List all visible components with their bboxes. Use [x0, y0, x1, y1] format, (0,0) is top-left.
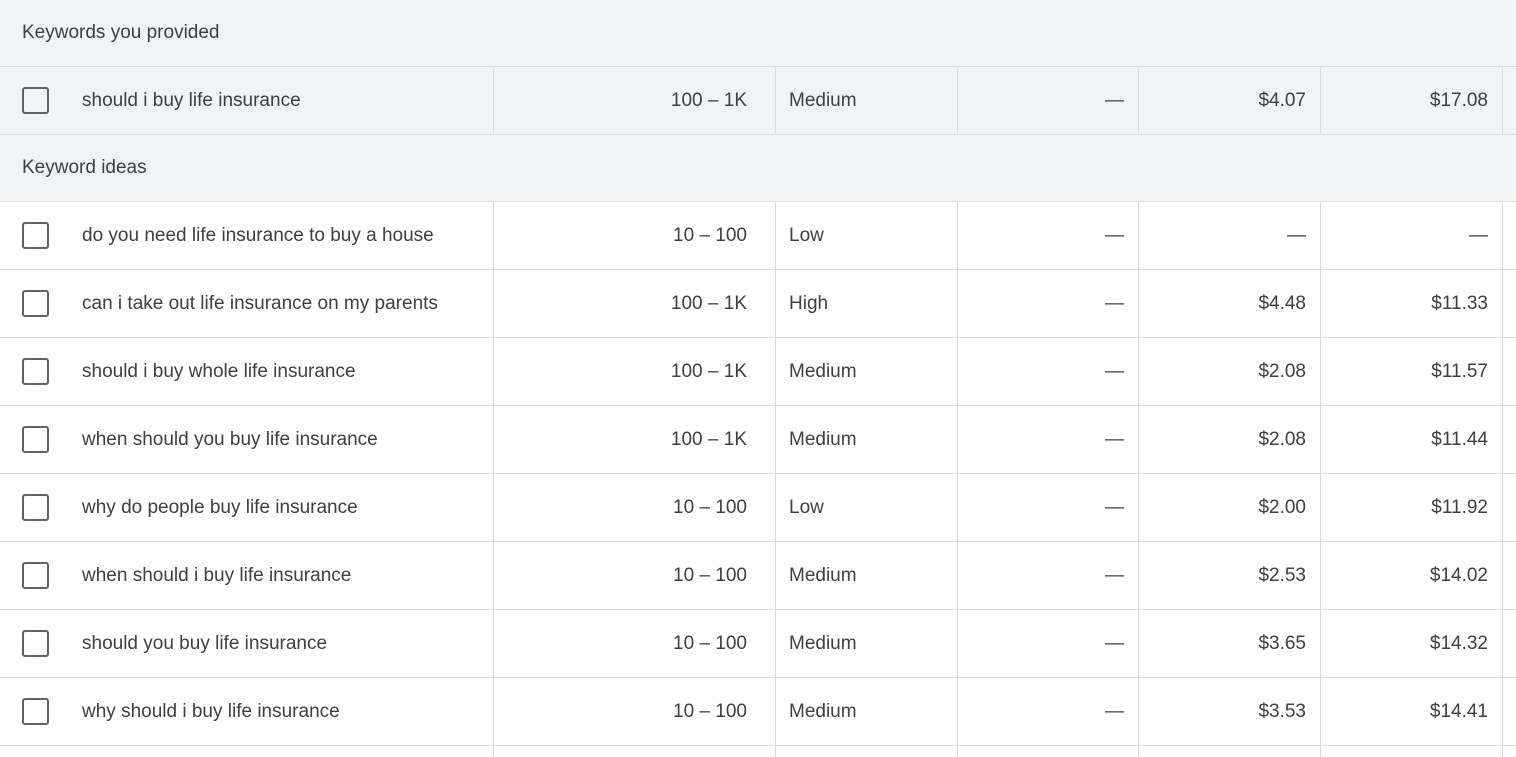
table-row: should i buy whole life insurance 100 – 1… [0, 338, 1516, 406]
row-checkbox[interactable] [22, 562, 49, 589]
avg-monthly-searches-cell: 100 – 1K [494, 67, 776, 134]
impression-share-cell: — [958, 67, 1139, 134]
bid-high-cell: $14.41 [1321, 678, 1503, 745]
section-header-ideas: Keyword ideas [0, 135, 1516, 202]
avg-monthly-searches-cell: 100 – 1K [494, 406, 776, 473]
keyword-ideas-list: do you need life insurance to buy a hous… [0, 202, 1516, 746]
bid-high-cell: $11.44 [1321, 406, 1503, 473]
bid-high-cell: $11.57 [1321, 338, 1503, 405]
bid-low-cell: $3.65 [1139, 610, 1321, 677]
avg-monthly-searches-cell: 10 – 100 [494, 202, 776, 269]
section-title: Keyword ideas [22, 157, 147, 178]
competition-cell: Medium [776, 67, 958, 134]
keyword-cell: should i buy life insurance [82, 67, 494, 134]
competition-cell: Low [776, 202, 958, 269]
bid-high-cell: $17.08 [1321, 67, 1503, 134]
impression-share-cell: — [958, 338, 1139, 405]
bid-high-cell: $14.02 [1321, 542, 1503, 609]
bid-low-cell: $2.08 [1139, 338, 1321, 405]
keyword-table: Keywords you provided should i buy life … [0, 0, 1516, 757]
row-checkbox[interactable] [22, 426, 49, 453]
avg-monthly-searches-cell: 100 – 1K [494, 270, 776, 337]
impression-share-cell: — [958, 678, 1139, 745]
competition-cell: Medium [776, 678, 958, 745]
keyword-cell: do you need life insurance to buy a hous… [82, 202, 494, 269]
avg-monthly-searches-cell: 10 – 100 [494, 678, 776, 745]
competition-cell: Medium [776, 406, 958, 473]
bid-low-cell: $2.53 [1139, 542, 1321, 609]
avg-monthly-searches-cell: 10 – 100 [494, 542, 776, 609]
keyword-cell: when should you buy life insurance [82, 406, 494, 473]
bid-high-cell: $14.32 [1321, 610, 1503, 677]
keyword-cell: should you buy life insurance [82, 610, 494, 677]
row-checkbox[interactable] [22, 494, 49, 521]
bid-low-cell: $2.00 [1139, 474, 1321, 541]
keyword-cell: why do people buy life insurance [82, 474, 494, 541]
row-checkbox[interactable] [22, 290, 49, 317]
impression-share-cell: — [958, 270, 1139, 337]
impression-share-cell: — [958, 542, 1139, 609]
row-checkbox[interactable] [22, 630, 49, 657]
bid-high-cell: $11.33 [1321, 270, 1503, 337]
bid-high-cell: $11.92 [1321, 474, 1503, 541]
row-checkbox[interactable] [22, 222, 49, 249]
bid-low-cell: $2.08 [1139, 406, 1321, 473]
row-checkbox[interactable] [22, 87, 49, 114]
bid-low-cell: $4.07 [1139, 67, 1321, 134]
competition-cell: Medium [776, 338, 958, 405]
competition-cell: Low [776, 474, 958, 541]
competition-cell: Medium [776, 542, 958, 609]
section-title: Keywords you provided [22, 22, 220, 43]
row-checkbox[interactable] [22, 358, 49, 385]
table-row: when should you buy life insurance 100 – … [0, 406, 1516, 474]
keyword-cell: can i take out life insurance on my pare… [82, 270, 494, 337]
avg-monthly-searches-cell: 10 – 100 [494, 610, 776, 677]
bid-low-cell: $3.53 [1139, 678, 1321, 745]
impression-share-cell: — [958, 406, 1139, 473]
table-row: should i buy life insurance 100 – 1K Med… [0, 67, 1516, 135]
impression-share-cell: — [958, 474, 1139, 541]
table-row: why do people buy life insurance 10 – 100… [0, 474, 1516, 542]
impression-share-cell: — [958, 202, 1139, 269]
section-header-provided: Keywords you provided [0, 0, 1516, 67]
row-checkbox[interactable] [22, 698, 49, 725]
avg-monthly-searches-cell: 100 – 1K [494, 338, 776, 405]
competition-cell: Medium [776, 610, 958, 677]
table-row-partial [0, 746, 1516, 757]
avg-monthly-searches-cell: 10 – 100 [494, 474, 776, 541]
table-row: when should i buy life insurance 10 – 100… [0, 542, 1516, 610]
keyword-cell: when should i buy life insurance [82, 542, 494, 609]
bid-high-cell: — [1321, 202, 1503, 269]
table-row: should you buy life insurance 10 – 100 Med… [0, 610, 1516, 678]
keyword-cell: why should i buy life insurance [82, 678, 494, 745]
table-row: can i take out life insurance on my pare… [0, 270, 1516, 338]
table-row: do you need life insurance to buy a hous… [0, 202, 1516, 270]
impression-share-cell: — [958, 610, 1139, 677]
bid-low-cell: $4.48 [1139, 270, 1321, 337]
competition-cell: High [776, 270, 958, 337]
keyword-cell: should i buy whole life insurance [82, 338, 494, 405]
bid-low-cell: — [1139, 202, 1321, 269]
table-row: why should i buy life insurance 10 – 100 M… [0, 678, 1516, 746]
